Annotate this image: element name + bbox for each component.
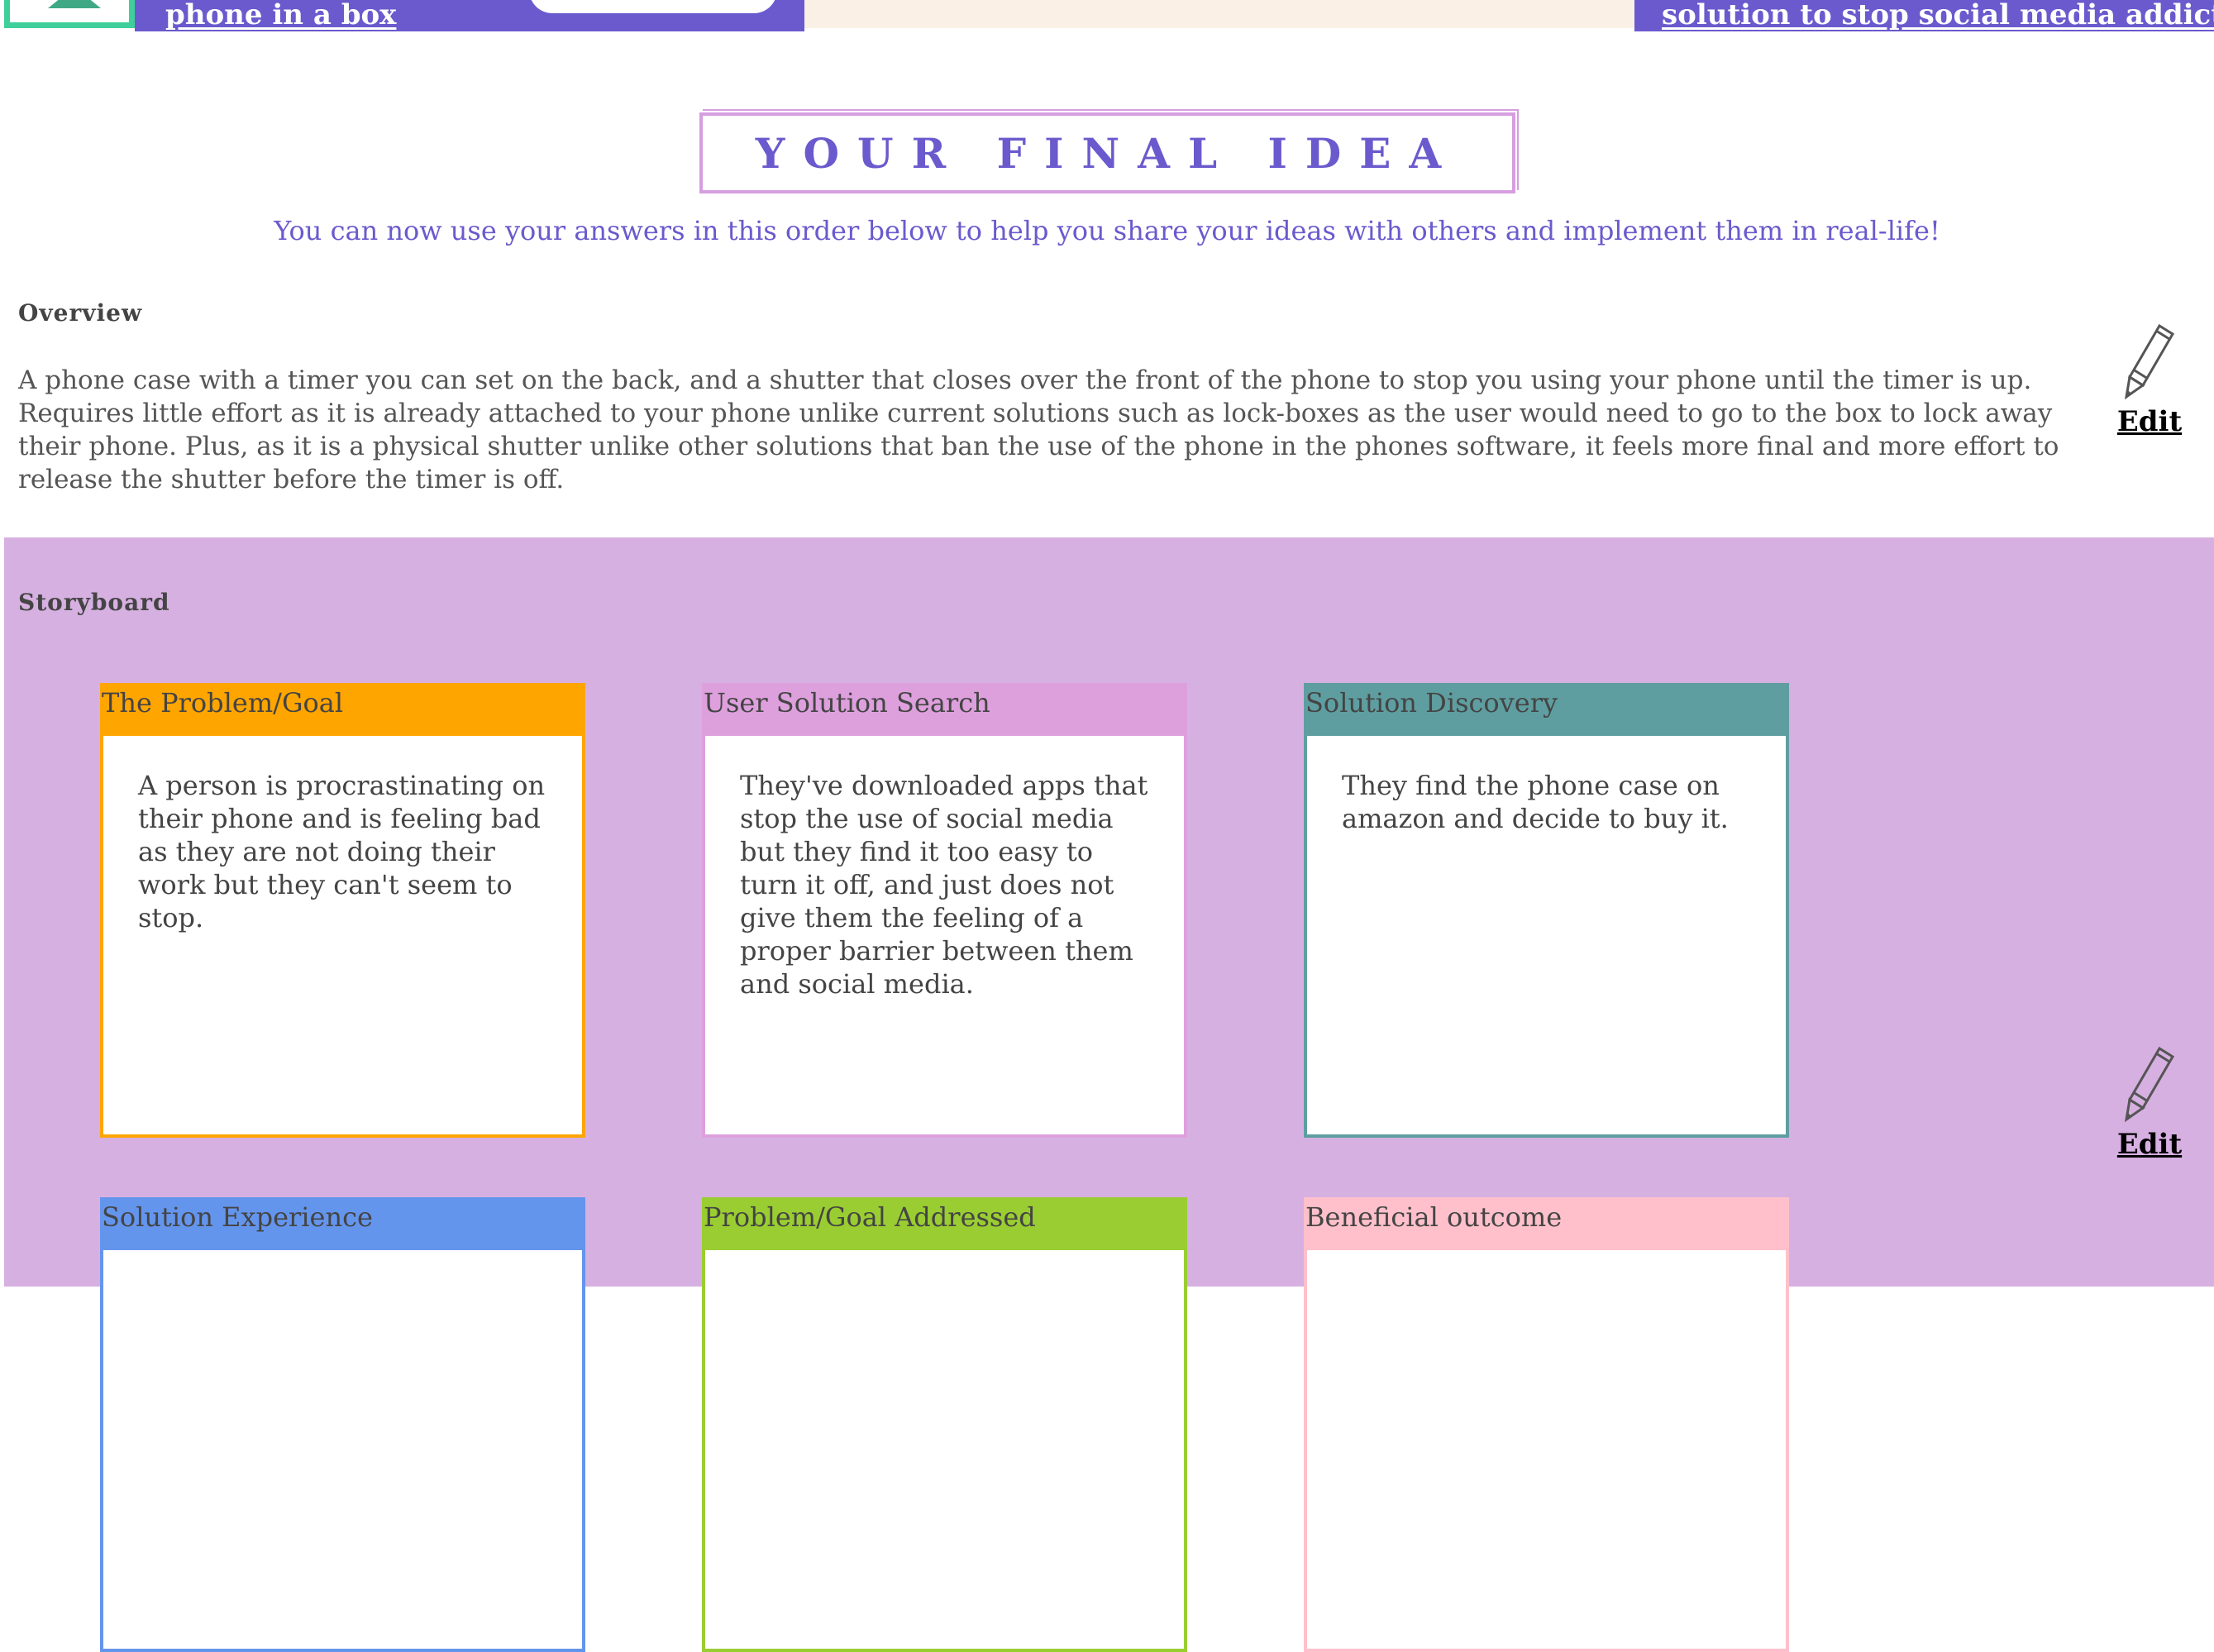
storyboard-card-problem-goal[interactable]: The Problem/Goal A person is procrastina… (100, 683, 585, 1138)
logo-triangle-icon (48, 0, 101, 8)
storyboard-label: Storyboard (18, 589, 170, 616)
top-bar-middle-panel (804, 0, 1634, 28)
idea-description[interactable]: solution to stop social media addiction (1662, 0, 2214, 31)
idea-title[interactable]: phone in a box (165, 0, 396, 31)
storyboard-card-solution-discovery[interactable]: Solution Discovery They find the phone c… (1304, 683, 1789, 1138)
top-bar-pill-button[interactable] (529, 0, 777, 13)
overview-label: Overview (18, 299, 143, 327)
page-title: YOUR FINAL IDEA (755, 128, 1460, 178)
card-text[interactable]: A person is procrastinating on their pho… (100, 733, 585, 1138)
card-title: Solution Experience (100, 1197, 585, 1247)
storyboard-card-user-solution-search[interactable]: User Solution Search They've downloaded … (702, 683, 1187, 1138)
storyboard-card-solution-experience[interactable]: Solution Experience (100, 1197, 585, 1652)
card-text[interactable]: They've downloaded apps that stop the us… (702, 733, 1187, 1138)
storyboard-card-beneficial-outcome[interactable]: Beneficial outcome (1304, 1197, 1789, 1652)
card-text[interactable]: They find the phone case on amazon and d… (1304, 733, 1789, 1138)
card-title: User Solution Search (702, 683, 1187, 733)
pencil-icon (2124, 1046, 2175, 1123)
storyboard-edit-button[interactable]: Edit (2096, 1043, 2203, 1161)
card-title: Problem/Goal Addressed (702, 1197, 1187, 1247)
card-title: Solution Discovery (1304, 683, 1789, 733)
app-logo[interactable] (4, 0, 135, 28)
pencil-icon (2124, 323, 2175, 400)
card-text[interactable] (702, 1247, 1187, 1652)
storyboard-edit-label[interactable]: Edit (2096, 1128, 2203, 1161)
card-text[interactable] (100, 1247, 585, 1652)
page-subtitle: You can now use your answers in this ord… (274, 215, 1940, 246)
storyboard-card-problem-goal-addressed[interactable]: Problem/Goal Addressed (702, 1197, 1187, 1652)
card-title: The Problem/Goal (100, 683, 585, 733)
overview-text: A phone case with a timer you can set on… (18, 365, 2059, 494)
card-title: Beneficial outcome (1304, 1197, 1789, 1247)
top-bar: phone in a box solution to stop social m… (0, 0, 2214, 31)
overview-edit-label[interactable]: Edit (2096, 405, 2203, 438)
card-text[interactable] (1304, 1247, 1789, 1652)
overview-edit-button[interactable]: Edit (2096, 321, 2203, 438)
